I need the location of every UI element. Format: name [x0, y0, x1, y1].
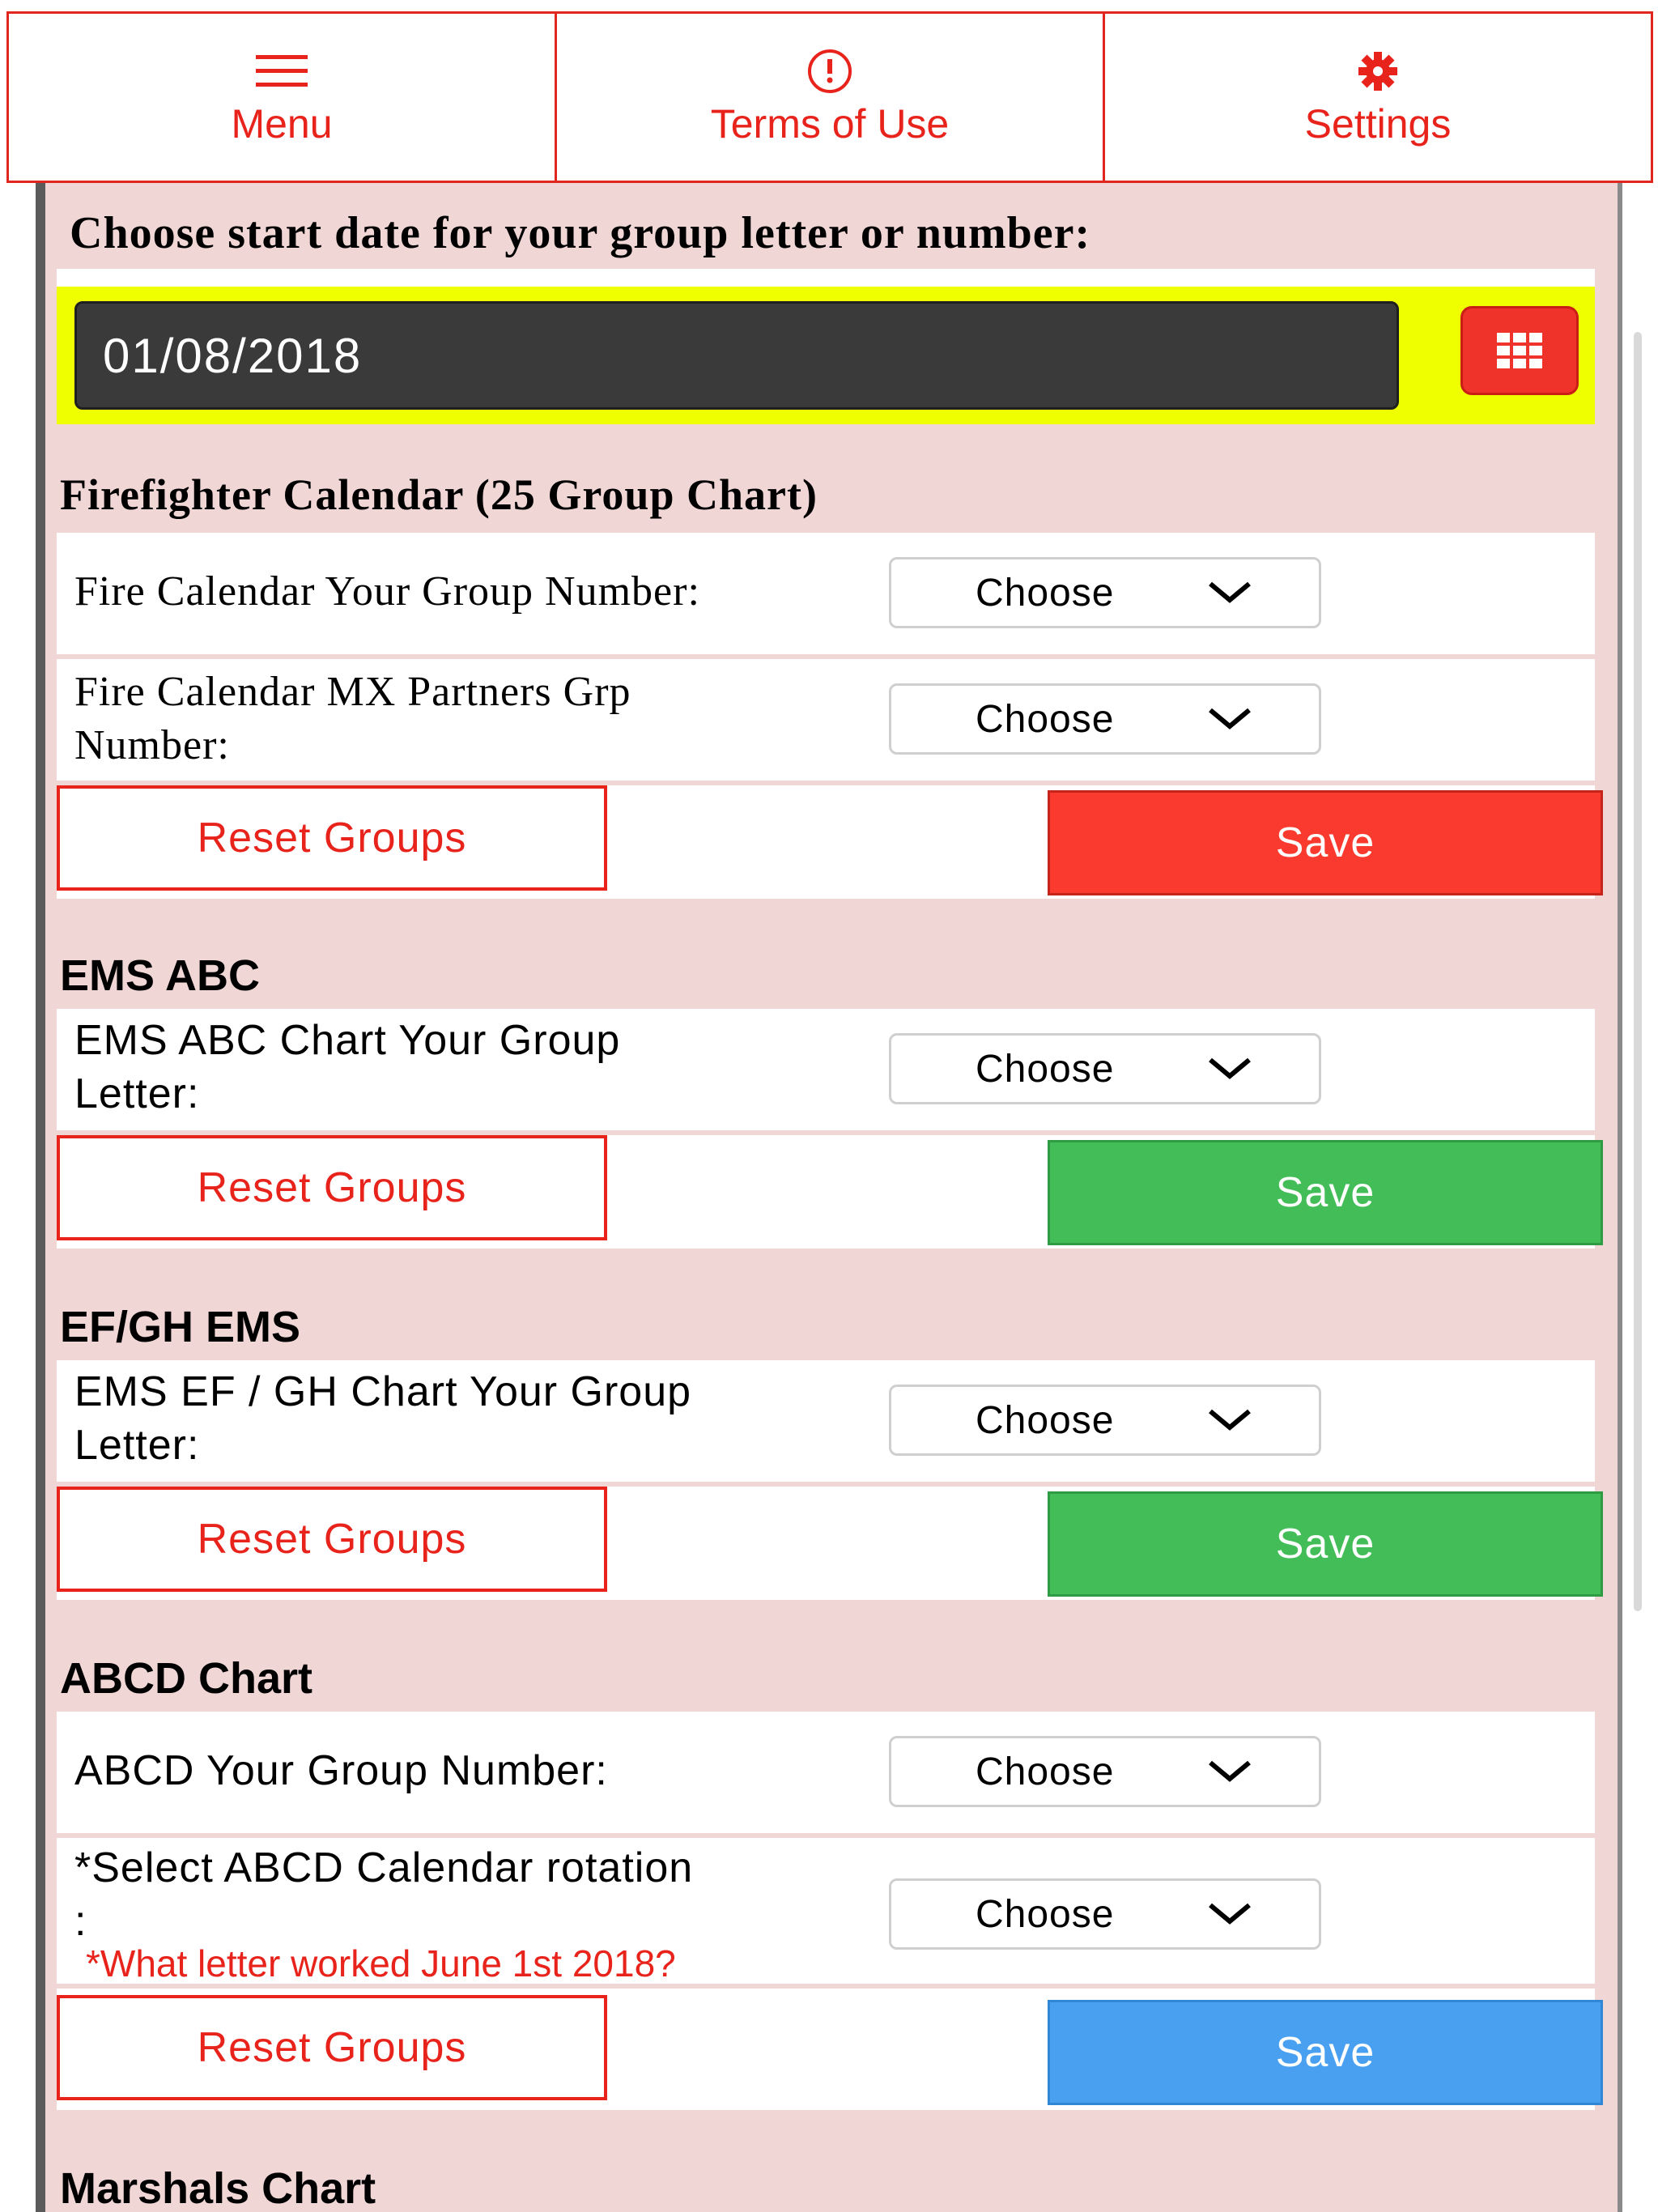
scrollbar[interactable] [1634, 332, 1642, 1611]
fire-group-number-select[interactable]: Choose [889, 557, 1321, 628]
start-date-label: Choose start date for your group letter … [70, 208, 1091, 258]
efgh-reset-groups-button[interactable]: Reset Groups [57, 1487, 607, 1592]
chevron-down-icon [1209, 1057, 1251, 1079]
abcd-rotation-select[interactable]: Choose [889, 1878, 1321, 1950]
efgh-group-row: EMS EF / GH Chart Your Group Letter: Cho… [57, 1360, 1595, 1482]
efgh-group-label: EMS EF / GH Chart Your Group Letter: [74, 1365, 691, 1472]
terms-of-use-label: Terms of Use [710, 101, 950, 147]
menu-label: Menu [231, 101, 333, 147]
ems-abc-reset-groups-button[interactable]: Reset Groups [57, 1135, 607, 1240]
marshals-section-title: Marshals Chart [60, 2164, 376, 2212]
ems-abc-section-title: EMS ABC [60, 951, 261, 1000]
abcd-rotation-value: Choose [976, 1892, 1115, 1936]
menu-button[interactable]: Menu [9, 14, 555, 181]
fire-save-button[interactable]: Save [1048, 790, 1603, 895]
ems-abc-group-label-line2: Letter: [74, 1070, 200, 1117]
fire-group-number-label: Fire Calendar Your Group Number: [74, 568, 700, 615]
fire-group-number-row: Fire Calendar Your Group Number: Choose [57, 533, 1595, 654]
ems-abc-group-label-line1: EMS ABC Chart Your Group [74, 1017, 621, 1064]
top-nav: Menu Terms of Use Settings [6, 11, 1653, 183]
efgh-group-label-line2: Letter: [74, 1422, 200, 1469]
abcd-group-row: ABCD Your Group Number: Choose [57, 1712, 1595, 1833]
fire-group-number-value: Choose [976, 571, 1115, 615]
chevron-down-icon [1209, 1760, 1251, 1782]
start-date-input[interactable]: 01/08/2018 [74, 301, 1399, 410]
frame-border-right [1618, 183, 1622, 2212]
firefighter-section-title: Firefighter Calendar (25 Group Chart) [60, 470, 818, 519]
fire-partners-value: Choose [976, 697, 1115, 741]
abcd-save-button[interactable]: Save [1048, 2000, 1603, 2105]
ems-abc-group-row: EMS ABC Chart Your Group Letter: Choose [57, 1009, 1595, 1130]
settings-button[interactable]: Settings [1103, 14, 1651, 181]
efgh-save-button[interactable]: Save [1048, 1491, 1603, 1597]
hamburger-icon [253, 47, 311, 96]
chevron-down-icon [1209, 1903, 1251, 1925]
ems-abc-save-button[interactable]: Save [1048, 1140, 1603, 1245]
chevron-down-icon [1209, 708, 1251, 730]
abcd-rotation-label-line2: : [74, 1898, 87, 1945]
fire-partners-label-line2: Number: [74, 722, 230, 768]
fire-reset-groups-button[interactable]: Reset Groups [57, 785, 607, 891]
ems-abc-group-value: Choose [976, 1047, 1115, 1091]
settings-label: Settings [1304, 101, 1452, 147]
calendar-grid-icon [1497, 333, 1542, 368]
fire-partners-label-line1: Fire Calendar MX Partners Grp [74, 669, 631, 715]
date-picker-area: 01/08/2018 [57, 287, 1595, 424]
terms-of-use-button[interactable]: Terms of Use [555, 14, 1103, 181]
abcd-section-title: ABCD Chart [60, 1654, 313, 1703]
abcd-group-label: ABCD Your Group Number: [74, 1747, 608, 1794]
ems-abc-group-select[interactable]: Choose [889, 1033, 1321, 1104]
efgh-actions-row: Reset Groups Save [57, 1487, 1603, 1600]
ems-abc-actions-row: Reset Groups Save [57, 1135, 1603, 1249]
chevron-down-icon [1209, 1409, 1251, 1431]
abcd-rotation-row: *Select ABCD Calendar rotation : *What l… [57, 1838, 1595, 1984]
efgh-group-value: Choose [976, 1398, 1115, 1442]
calendar-button[interactable] [1460, 306, 1579, 395]
fire-actions-row: Reset Groups Save [57, 785, 1603, 899]
abcd-actions-row: Reset Groups Save [57, 1989, 1603, 2110]
efgh-section-title: EF/GH EMS [60, 1303, 301, 1351]
alert-circle-icon [801, 47, 859, 96]
abcd-reset-groups-button[interactable]: Reset Groups [57, 1995, 607, 2100]
settings-content: Choose start date for your group letter … [45, 183, 1618, 2212]
abcd-rotation-label: *Select ABCD Calendar rotation : [74, 1841, 693, 1948]
chevron-down-icon [1209, 581, 1251, 603]
abcd-group-select[interactable]: Choose [889, 1736, 1321, 1807]
fire-partners-label: Fire Calendar MX Partners Grp Number: [74, 666, 631, 772]
fire-partners-select[interactable]: Choose [889, 683, 1321, 755]
frame-border-left [36, 183, 45, 2212]
gear-icon [1349, 47, 1407, 96]
fire-partners-row: Fire Calendar MX Partners Grp Number: Ch… [57, 659, 1595, 781]
efgh-group-select[interactable]: Choose [889, 1385, 1321, 1456]
ems-abc-group-label: EMS ABC Chart Your Group Letter: [74, 1014, 620, 1121]
abcd-rotation-label-line1: *Select ABCD Calendar rotation [74, 1844, 694, 1891]
efgh-group-label-line1: EMS EF / GH Chart Your Group [74, 1368, 692, 1415]
abcd-group-value: Choose [976, 1750, 1115, 1793]
abcd-rotation-hint: *What letter worked June 1st 2018? [86, 1942, 676, 1984]
